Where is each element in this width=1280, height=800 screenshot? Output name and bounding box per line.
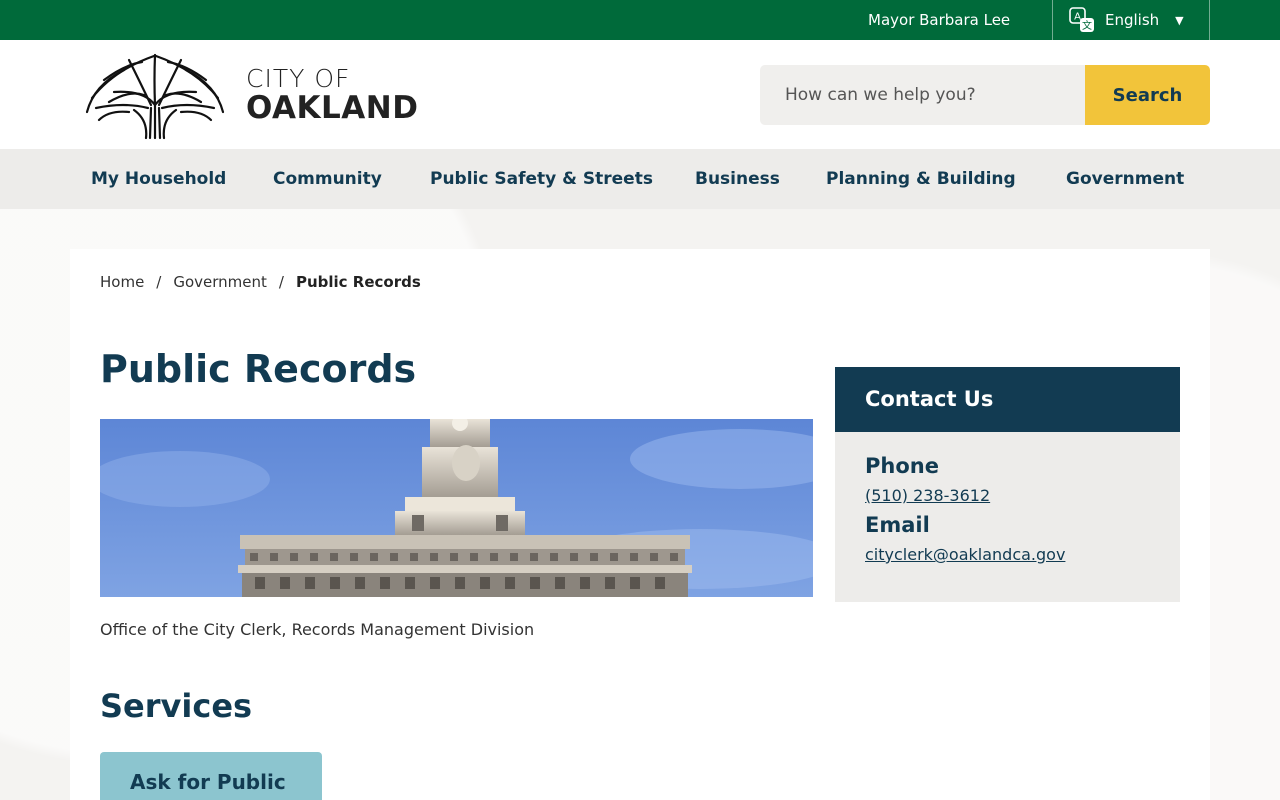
language-label: English (1105, 11, 1160, 29)
breadcrumb-government[interactable]: Government (173, 273, 267, 291)
image-caption: Office of the City Clerk, Records Manage… (100, 620, 535, 639)
breadcrumb-current: Public Records (295, 273, 421, 291)
email-label: Email (865, 513, 930, 537)
city-hall-image (100, 419, 813, 597)
logo-line-2: OAKLAND (246, 90, 419, 126)
nav-item-business[interactable]: Business (695, 149, 780, 209)
nav-item-public-safety-streets[interactable]: Public Safety & Streets (430, 149, 653, 209)
logo-wordmark: CITY OF OAKLAND (246, 66, 418, 124)
contact-title: Contact Us (835, 367, 1180, 432)
mayor-link[interactable]: Mayor Barbara Lee (868, 0, 1010, 40)
chevron-down-icon: ▼ (1175, 13, 1184, 27)
main-navigation: My Household Community Public Safety & S… (0, 149, 1280, 209)
nav-item-government[interactable]: Government (1066, 149, 1184, 209)
phone-link[interactable]: (510) 238-3612 (865, 486, 1150, 505)
breadcrumb-separator: / (156, 273, 162, 291)
contact-box: Contact Us Phone (510) 238-3612 Email ci… (835, 367, 1180, 602)
svg-text:文: 文 (1082, 19, 1092, 32)
breadcrumb-home[interactable]: Home (100, 273, 144, 291)
translate-icon: A 文 (1069, 7, 1094, 32)
service-card-public-records-request[interactable]: Ask for Public (100, 752, 322, 800)
topbar-divider (1209, 0, 1210, 40)
oak-tree-icon (85, 53, 225, 140)
search-form: Search (760, 65, 1210, 125)
nav-item-planning-building[interactable]: Planning & Building (826, 149, 1016, 209)
search-button[interactable]: Search (1085, 65, 1210, 125)
page-title: Public Records (100, 347, 417, 391)
main-content: Home / Government / Public Records Publi… (70, 249, 1210, 800)
breadcrumb-separator: / (278, 273, 284, 291)
breadcrumb: Home / Government / Public Records (100, 273, 421, 291)
email-link[interactable]: cityclerk@oaklandca.gov (865, 545, 1150, 564)
logo-line-1: CITY OF (246, 64, 351, 93)
search-input[interactable] (760, 65, 1085, 125)
services-heading: Services (100, 687, 253, 725)
nav-item-my-household[interactable]: My Household (91, 149, 226, 209)
top-utility-bar: Mayor Barbara Lee A 文 English ▼ (0, 0, 1280, 40)
site-header: CITY OF OAKLAND Search (0, 40, 1280, 149)
city-logo[interactable]: CITY OF OAKLAND (84, 50, 424, 140)
contact-body: Phone (510) 238-3612 Email cityclerk@oak… (835, 432, 1180, 602)
nav-item-community[interactable]: Community (273, 149, 382, 209)
language-selector[interactable]: A 文 English ▼ (1053, 0, 1209, 40)
phone-label: Phone (865, 454, 939, 478)
